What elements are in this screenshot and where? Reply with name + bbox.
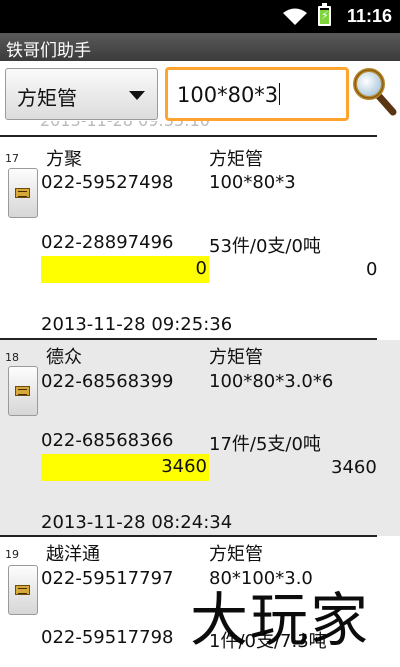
faded-top-text: 2013-11-28 09:55:10 [40, 121, 270, 131]
highlight-value: 0 [195, 258, 207, 279]
contact-card-button[interactable] [8, 168, 38, 218]
item-index: 17 [5, 152, 19, 165]
product-name: 方矩管 [209, 544, 263, 565]
search-button[interactable] [351, 66, 397, 124]
text-cursor [279, 83, 281, 105]
spec: 100*80*3 [209, 172, 296, 193]
phone-primary[interactable]: 022-59517797 [41, 568, 173, 589]
contact-card-button[interactable] [8, 366, 38, 416]
card-icon [15, 585, 30, 595]
title-bar: 铁哥们助手 [0, 33, 400, 61]
stock-info: 53件/0支/0吨 [209, 236, 321, 257]
value: 0 [366, 259, 378, 280]
value: 3460 [331, 457, 377, 478]
watermark: 大玩家 [190, 586, 371, 654]
wifi-icon [283, 8, 307, 25]
company-name: 德众 [46, 347, 82, 368]
highlight-bar: 0 [41, 256, 209, 283]
list-item[interactable]: 18 德众 方矩管 022-68568399 100*80*3.0*6 022-… [0, 340, 400, 536]
phone-secondary[interactable]: 022-28897496 [41, 232, 173, 253]
item-index: 19 [5, 548, 19, 561]
card-icon [15, 386, 30, 396]
magnifier-icon [353, 68, 397, 116]
phone-primary[interactable]: 022-68568399 [41, 371, 173, 392]
company-name: 越洋通 [46, 544, 100, 565]
phone-secondary[interactable]: 022-68568366 [41, 430, 173, 451]
battery-icon: ⚡ [318, 3, 331, 26]
highlight-value: 3460 [161, 456, 207, 477]
list-item[interactable]: 17 方聚 方矩管 022-59527498 100*80*3 022-2889… [0, 137, 400, 338]
item-index: 18 [5, 351, 19, 364]
timestamp: 2013-11-28 09:25:36 [41, 314, 233, 335]
highlight-bar: 3460 [41, 454, 209, 481]
contact-card-button[interactable] [8, 565, 38, 615]
status-bar: ⚡ 11:16 [0, 0, 400, 33]
spec: 100*80*3.0*6 [209, 371, 334, 392]
phone-secondary[interactable]: 022-59517798 [41, 627, 173, 648]
timestamp: 2013-11-28 08:24:34 [41, 512, 233, 533]
search-input[interactable]: 100*80*3 [165, 67, 349, 121]
product-name: 方矩管 [209, 347, 263, 368]
app-title: 铁哥们助手 [6, 41, 91, 61]
category-spinner[interactable]: 方矩管 [5, 68, 158, 120]
stock-info: 17件/5支/0吨 [209, 434, 321, 455]
card-icon [15, 188, 30, 198]
category-spinner-label: 方矩管 [17, 86, 77, 110]
status-time: 11:16 [346, 6, 392, 26]
phone-primary[interactable]: 022-59527498 [41, 172, 173, 193]
company-name: 方聚 [46, 149, 82, 170]
search-input-value: 100*80*3 [177, 83, 279, 107]
product-name: 方矩管 [209, 149, 263, 170]
chevron-down-icon [129, 91, 145, 100]
